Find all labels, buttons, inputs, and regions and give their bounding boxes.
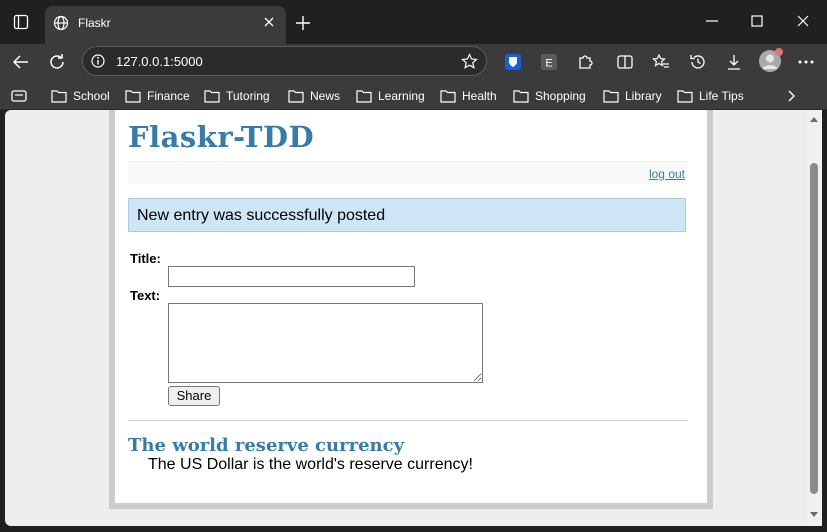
svg-text:E: E: [545, 58, 552, 70]
reload-icon[interactable]: [48, 53, 66, 71]
flash-message: New entry was successfully posted: [128, 198, 686, 232]
favorites-icon[interactable]: [652, 53, 670, 71]
extensions-puzzle-icon[interactable]: [576, 53, 594, 71]
e-extension-icon[interactable]: E: [540, 53, 558, 71]
chevron-right-icon[interactable]: [784, 88, 798, 104]
maximize-icon[interactable]: [750, 14, 764, 28]
close-window-icon[interactable]: [796, 14, 810, 28]
scroll-down-arrow-icon[interactable]: [809, 511, 819, 519]
tab-bar: Flaskr: [0, 0, 827, 44]
downloads-icon[interactable]: [725, 53, 743, 71]
notification-dot: [775, 48, 783, 56]
folder-icon: [356, 90, 372, 103]
folder-icon: [677, 90, 693, 103]
close-tab-icon[interactable]: [262, 15, 276, 29]
folder-icon: [513, 90, 529, 103]
address-bar[interactable]: 127.0.0.1:5000: [82, 46, 487, 76]
text-label: Text:: [130, 288, 161, 303]
profile-avatar[interactable]: [759, 48, 783, 72]
folder-icon: [204, 90, 220, 103]
entry-title: The world reserve currency: [128, 435, 405, 456]
folder-icon: [125, 90, 141, 103]
folder-icon: [440, 90, 456, 103]
split-screen-icon[interactable]: [616, 53, 634, 71]
favorite-star-icon[interactable]: [461, 53, 478, 70]
bitwarden-extension-icon[interactable]: [504, 53, 522, 71]
page-viewport: Flaskr-TDD log out New entry was success…: [5, 110, 806, 526]
share-button[interactable]: Share: [168, 386, 220, 406]
logout-link[interactable]: log out: [649, 167, 685, 181]
bookmarks-bar: School Finance Tutoring News Learning He…: [0, 82, 827, 110]
browser-toolbar: 127.0.0.1:5000 E: [0, 44, 827, 82]
meta-nav: log out: [128, 161, 688, 184]
title-input[interactable]: [168, 266, 415, 287]
folder-icon: [288, 90, 304, 103]
more-options-icon[interactable]: [797, 53, 815, 71]
collections-icon[interactable]: [10, 88, 28, 104]
history-icon[interactable]: [689, 53, 707, 71]
browser-tab[interactable]: Flaskr: [45, 6, 286, 44]
site-title: Flaskr-TDD: [128, 120, 315, 154]
new-tab-icon[interactable]: [295, 15, 311, 31]
tab-title: Flaskr: [78, 16, 111, 30]
text-textarea[interactable]: [168, 303, 483, 383]
minimize-icon[interactable]: [705, 14, 719, 28]
title-label: Title:: [130, 251, 161, 266]
back-arrow-icon[interactable]: [12, 53, 30, 71]
page-container: Flaskr-TDD log out New entry was success…: [109, 110, 713, 509]
url-text: 127.0.0.1:5000: [116, 54, 203, 69]
site-info-icon[interactable]: [91, 54, 105, 68]
scroll-up-arrow-icon[interactable]: [809, 115, 819, 123]
vertical-scrollbar[interactable]: [806, 110, 822, 526]
entry-text: The US Dollar is the world's reserve cur…: [148, 456, 473, 473]
globe-icon: [53, 15, 69, 31]
folder-icon: [603, 90, 619, 103]
folder-icon: [51, 90, 67, 103]
tab-actions-icon[interactable]: [13, 14, 29, 30]
divider: [128, 420, 688, 421]
scrollbar-thumb[interactable]: [810, 163, 818, 494]
